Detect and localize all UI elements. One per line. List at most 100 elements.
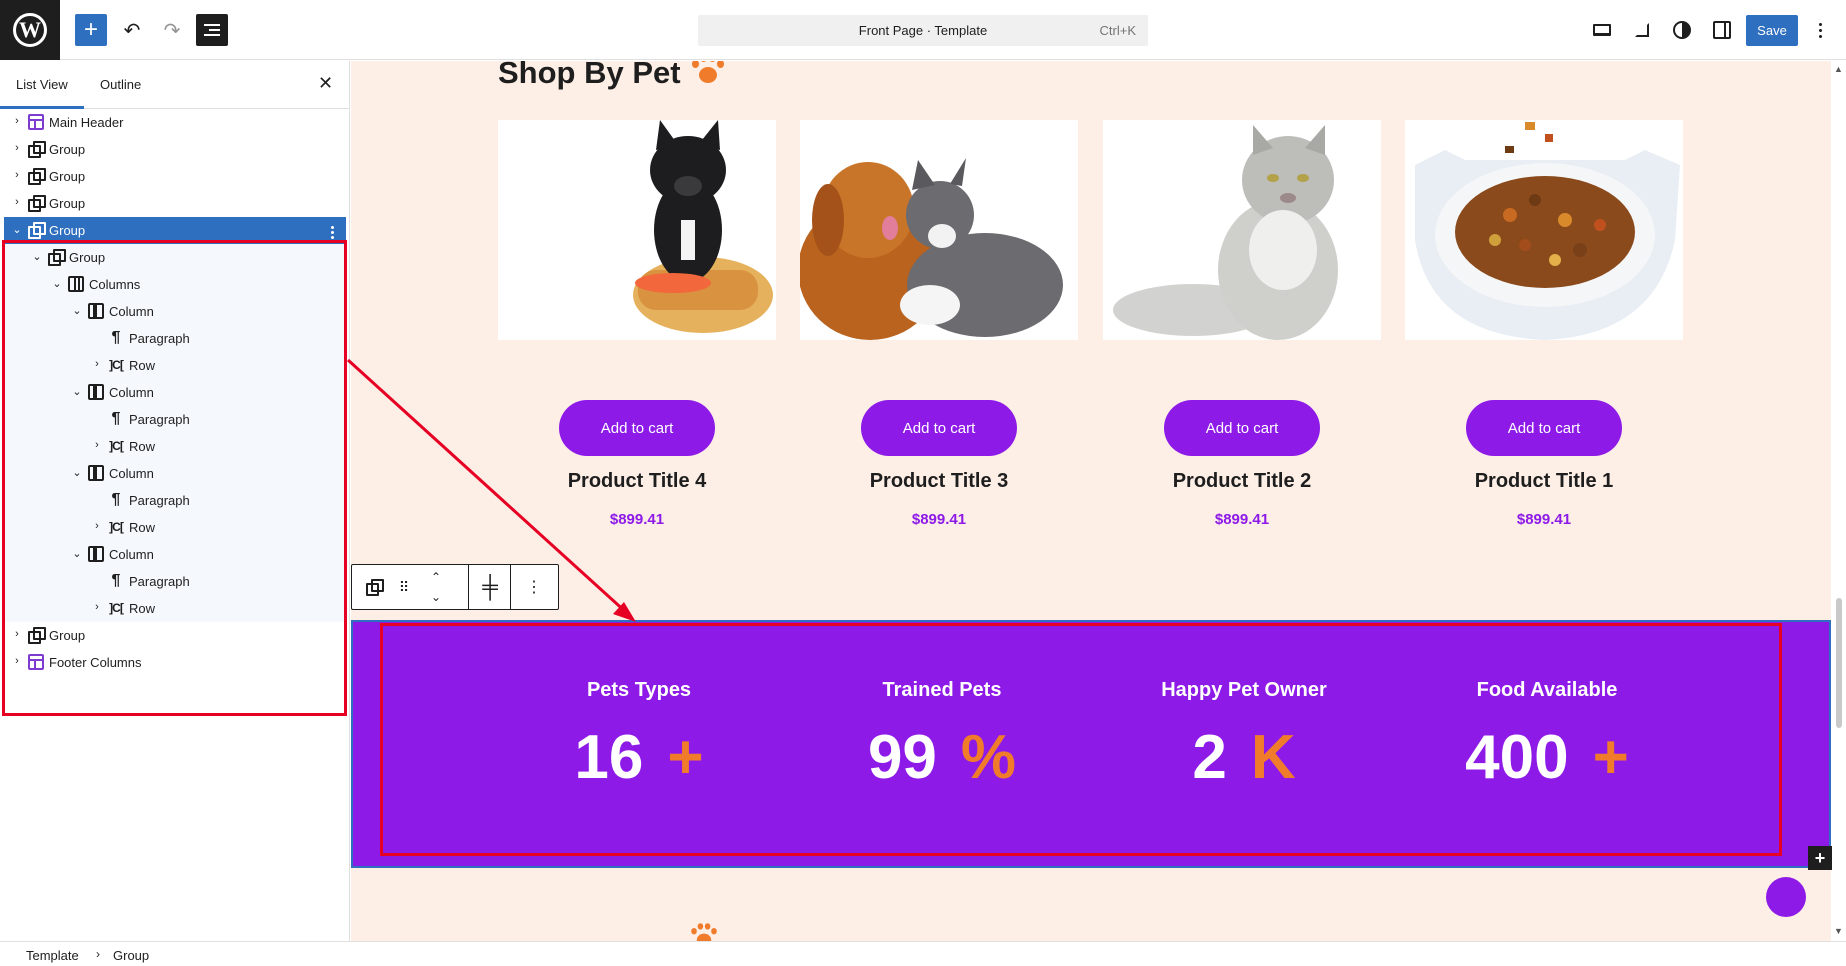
chevron-down-icon[interactable]: ⌄	[70, 547, 84, 560]
append-block-button[interactable]: +	[1808, 846, 1832, 870]
command-shortcut: Ctrl+K	[1099, 23, 1136, 38]
editor-top-bar: W + ↶ ↷ Front Page · Template Ctrl+K Sav…	[0, 0, 1846, 60]
tree-item-paragraph[interactable]: ¶ Paragraph	[4, 406, 346, 433]
paragraph-icon: ¶	[111, 329, 121, 346]
tree-item-group[interactable]: › Group	[4, 622, 346, 649]
stat-value: 16 +	[489, 722, 789, 793]
tree-item-group[interactable]: ⌄ Group	[4, 217, 346, 244]
chevron-right-icon[interactable]: ›	[90, 520, 104, 532]
undo-button[interactable]: ↶	[116, 14, 148, 46]
tree-item-paragraph[interactable]: ¶ Paragraph	[4, 325, 346, 352]
chevron-down-icon[interactable]: ⌄	[70, 385, 84, 398]
breadcrumb-item-group[interactable]: Group	[113, 948, 149, 963]
tree-item-column[interactable]: ⌄ Column	[4, 460, 346, 487]
tree-item-row[interactable]: ›]C[Row	[4, 514, 346, 541]
product-title[interactable]: Product Title 1	[1405, 470, 1683, 493]
scroll-down-icon[interactable]: ▼	[1834, 926, 1843, 936]
scroll-up-icon[interactable]: ▲	[1834, 64, 1843, 74]
zoom-out-button[interactable]	[1626, 14, 1658, 46]
block-toolbar: ⠿ ⌃ ⌄ ╪ ⋮	[351, 564, 559, 610]
chevron-down-icon[interactable]: ⌄	[30, 250, 44, 263]
group-icon	[48, 249, 66, 266]
tree-item-label: Group	[49, 628, 86, 643]
tree-item-group[interactable]: › Group	[4, 136, 346, 163]
chevron-right-icon[interactable]: ›	[90, 439, 104, 451]
stat-suffix: %	[960, 723, 1017, 792]
chevron-right-icon[interactable]: ›	[90, 358, 104, 370]
tree-item-group[interactable]: › Group	[4, 190, 346, 217]
tree-item-label: Paragraph	[129, 412, 190, 427]
tree-item-label: Group	[69, 250, 106, 265]
block-options-icon[interactable]	[330, 225, 334, 240]
wordpress-logo-button[interactable]: W	[0, 0, 60, 60]
breadcrumb-separator-icon: ›	[96, 947, 100, 961]
template-part-icon	[28, 654, 44, 670]
styles-button[interactable]	[1666, 14, 1698, 46]
chevron-right-icon[interactable]: ›	[10, 142, 24, 154]
row-icon: ]C[	[109, 520, 124, 534]
chevron-down-icon[interactable]: ⌄	[50, 277, 64, 290]
column-icon	[88, 384, 104, 400]
product-title[interactable]: Product Title 4	[498, 470, 776, 493]
chevron-down-icon[interactable]: ⌄	[70, 304, 84, 317]
group-block-icon[interactable]	[364, 577, 384, 597]
tree-item-group[interactable]: › Group	[4, 163, 346, 190]
drag-handle-icon[interactable]: ⠿	[396, 577, 412, 597]
canvas-scrollbar[interactable]	[1832, 61, 1846, 941]
save-button[interactable]: Save	[1746, 15, 1798, 46]
tree-item-main-header[interactable]: › Main Header	[4, 109, 346, 136]
breadcrumb-item-template[interactable]: Template	[26, 948, 79, 963]
chevron-right-icon[interactable]: ›	[10, 655, 24, 667]
desktop-icon	[1593, 24, 1611, 36]
chevron-right-icon[interactable]: ›	[10, 196, 24, 208]
stats-section[interactable]: Pets Types 16 + Trained Pets 99% Happy Pet Ow…	[351, 620, 1831, 868]
stat-number: 400	[1465, 723, 1569, 792]
tree-item-label: Footer Columns	[49, 655, 142, 670]
tree-item-column[interactable]: ⌄ Column	[4, 298, 346, 325]
document-overview-button[interactable]	[196, 14, 228, 46]
tree-item-column[interactable]: ⌄ Column	[4, 541, 346, 568]
move-up-icon[interactable]: ⌃	[426, 567, 446, 587]
settings-sidebar-button[interactable]	[1706, 14, 1738, 46]
tree-item-column[interactable]: ⌄ Column	[4, 379, 346, 406]
chevron-right-icon[interactable]: ›	[10, 169, 24, 181]
add-to-cart-button[interactable]: Add to cart	[559, 400, 715, 456]
chevron-down-icon[interactable]: ⌄	[70, 466, 84, 479]
canvas-scrollbar-thumb[interactable]	[1836, 598, 1842, 728]
add-to-cart-button[interactable]: Add to cart	[1164, 400, 1320, 456]
tree-item-label: Group	[49, 196, 86, 211]
tree-item-row[interactable]: ›]C[Row	[4, 433, 346, 460]
chevron-right-icon[interactable]: ›	[10, 628, 24, 640]
group-icon	[366, 579, 384, 596]
chevron-right-icon[interactable]: ›	[10, 115, 24, 127]
tree-item-paragraph[interactable]: ¶ Paragraph	[4, 487, 346, 514]
tree-item-footer-columns[interactable]: › Footer Columns	[4, 649, 346, 676]
tree-item-row[interactable]: ›]C[Row	[4, 352, 346, 379]
tab-list-view[interactable]: List View	[16, 77, 68, 92]
align-icon[interactable]: ╪	[479, 574, 501, 599]
tree-item-paragraph[interactable]: ¶ Paragraph	[4, 568, 346, 595]
stat-column: Food Available 400 +	[1397, 622, 1697, 862]
tree-item-label: Group	[49, 169, 86, 184]
product-title[interactable]: Product Title 3	[800, 470, 1078, 493]
preview-device-button[interactable]	[1586, 14, 1618, 46]
tree-item-group[interactable]: ⌄ Group	[4, 244, 346, 271]
chevron-right-icon[interactable]: ›	[90, 601, 104, 613]
options-menu-button[interactable]	[1810, 14, 1830, 46]
redo-button[interactable]: ↷	[156, 14, 188, 46]
floating-chat-button[interactable]	[1766, 877, 1806, 917]
close-icon[interactable]: ✕	[318, 73, 333, 94]
tree-item-columns[interactable]: ⌄ Columns	[4, 271, 346, 298]
add-to-cart-button[interactable]: Add to cart	[861, 400, 1017, 456]
command-palette-bar[interactable]: Front Page · Template Ctrl+K	[698, 15, 1148, 46]
tree-item-row[interactable]: ›]C[Row	[4, 595, 346, 622]
chevron-down-icon[interactable]: ⌄	[10, 223, 24, 236]
product-title[interactable]: Product Title 2	[1103, 470, 1381, 493]
block-inserter-button[interactable]: +	[75, 14, 107, 46]
move-down-icon[interactable]: ⌄	[426, 587, 446, 607]
add-to-cart-button[interactable]: Add to cart	[1466, 400, 1622, 456]
tab-outline[interactable]: Outline	[100, 77, 141, 92]
paw-print-icon	[689, 922, 719, 941]
more-options-icon[interactable]: ⋮	[524, 577, 544, 597]
undo-icon: ↶	[123, 19, 141, 42]
